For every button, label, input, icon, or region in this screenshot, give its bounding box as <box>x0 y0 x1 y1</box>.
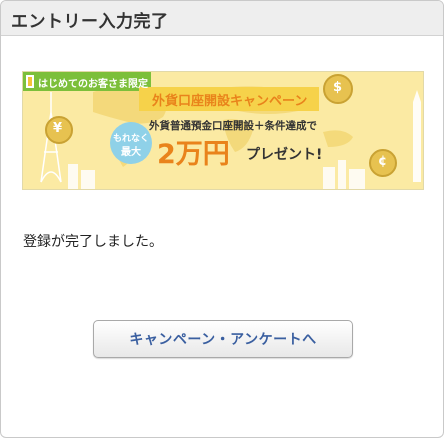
campaign-survey-button[interactable]: キャンペーン・アンケートへ <box>93 320 353 358</box>
page-frame: エントリー入力完了 はじめてのお客さま限定 外貨口座開設キャンペーン 外貨普通預… <box>0 0 444 438</box>
banner-suffix: プレゼント! <box>246 147 323 163</box>
banner-amount: 2万円 <box>157 139 230 170</box>
page-title: エントリー入力完了 <box>11 12 169 32</box>
cent-coin-label: ¢ <box>378 154 388 169</box>
campaign-survey-button-label: キャンペーン・アンケートへ <box>129 332 317 348</box>
dollar-coin-label: $ <box>333 80 343 95</box>
banner-headline: 外貨口座開設キャンペーン <box>152 94 308 109</box>
big-ben-icon <box>413 90 421 182</box>
banner-tag: はじめてのお客さま限定 <box>38 79 148 90</box>
yen-coin-label: ¥ <box>53 121 63 136</box>
banner-subline: 外貨普通預金口座開設＋条件達成で <box>149 120 317 132</box>
badge-line2: 最大 <box>121 147 141 158</box>
campaign-banner[interactable]: はじめてのお客さま限定 外貨口座開設キャンペーン 外貨普通預金口座開設＋条件達成… <box>22 71 424 190</box>
page-header: エントリー入力完了 <box>1 1 443 36</box>
completion-message: 登録が完了しました。 <box>23 234 163 250</box>
